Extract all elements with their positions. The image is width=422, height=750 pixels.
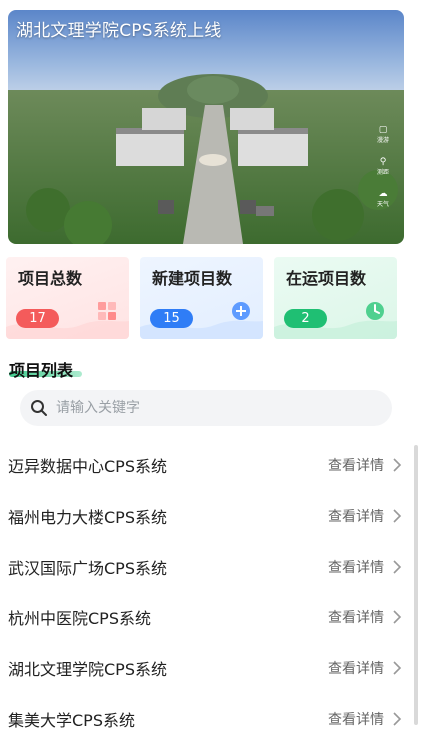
view-details-link[interactable]: 查看详情 [328, 455, 404, 475]
chevron-right-icon [393, 560, 402, 574]
view-details-link[interactable]: 查看详情 [328, 557, 404, 577]
project-list-title: 项目列表 [9, 361, 74, 380]
map-toolbar: ▢ 漫游 ⚲ 测距 ☁ 天气 [372, 125, 394, 209]
chevron-right-icon [393, 509, 402, 523]
search-icon [31, 400, 47, 416]
project-name: 福州电力大楼CPS系统 [8, 508, 167, 528]
view-details-link[interactable]: 查看详情 [328, 709, 404, 729]
project-name: 杭州中医院CPS系统 [8, 609, 151, 629]
project-name: 迈异数据中心CPS系统 [8, 457, 167, 477]
chevron-right-icon [393, 458, 402, 472]
weather-icon: ☁ [378, 189, 388, 199]
project-name: 集美大学CPS系统 [8, 710, 135, 730]
roam-tool[interactable]: ▢ 漫游 [377, 125, 389, 145]
measure-tool[interactable]: ⚲ 测距 [377, 157, 389, 177]
new-projects-count: 15 [150, 309, 193, 328]
project-list: 迈异数据中心CPS系统 查看详情 福州电力大楼CPS系统 查看详情 武汉国际广场… [0, 440, 410, 744]
search-bar[interactable] [20, 390, 392, 426]
list-item[interactable]: 迈异数据中心CPS系统 查看详情 [0, 440, 410, 491]
project-name: 湖北文理学院CPS系统 [8, 660, 167, 680]
total-projects-card[interactable]: 项目总数 17 [6, 257, 129, 339]
new-projects-label: 新建项目数 [152, 269, 233, 288]
campus-aerial-image [8, 10, 404, 244]
add-circle-icon [232, 302, 250, 320]
list-item[interactable]: 福州电力大楼CPS系统 查看详情 [0, 491, 410, 542]
hero-title: 湖北文理学院CPS系统上线 [16, 21, 222, 41]
total-projects-label: 项目总数 [18, 269, 83, 288]
running-projects-count: 2 [284, 309, 327, 328]
hero-banner[interactable]: 湖北文理学院CPS系统上线 ▢ 漫游 ⚲ 测距 ☁ 天气 [8, 10, 404, 244]
list-item[interactable]: 湖北文理学院CPS系统 查看详情 [0, 643, 410, 694]
list-item[interactable]: 集美大学CPS系统 查看详情 [0, 693, 410, 744]
stat-cards: 项目总数 17 新建项目数 15 在运项目数 2 [6, 257, 398, 339]
clock-icon [366, 302, 384, 320]
chevron-right-icon [393, 661, 402, 675]
running-projects-label: 在运项目数 [286, 269, 367, 288]
location-pin-icon: ⚲ [379, 157, 387, 167]
view-details-link[interactable]: 查看详情 [328, 607, 404, 627]
list-scrollbar[interactable] [414, 445, 418, 725]
weather-tool[interactable]: ☁ 天气 [377, 189, 389, 209]
project-name: 武汉国际广场CPS系统 [8, 558, 167, 578]
running-projects-card[interactable]: 在运项目数 2 [274, 257, 397, 339]
list-item[interactable]: 武汉国际广场CPS系统 查看详情 [0, 541, 410, 592]
chevron-right-icon [393, 610, 402, 624]
total-projects-count: 17 [16, 309, 59, 328]
chevron-right-icon [393, 712, 402, 726]
grid-icon [98, 302, 116, 320]
view-details-link[interactable]: 查看详情 [328, 658, 404, 678]
view-details-link[interactable]: 查看详情 [328, 506, 404, 526]
list-item[interactable]: 杭州中医院CPS系统 查看详情 [0, 592, 410, 643]
new-projects-card[interactable]: 新建项目数 15 [140, 257, 263, 339]
search-input[interactable] [54, 399, 358, 417]
roam-icon: ▢ [378, 125, 388, 135]
